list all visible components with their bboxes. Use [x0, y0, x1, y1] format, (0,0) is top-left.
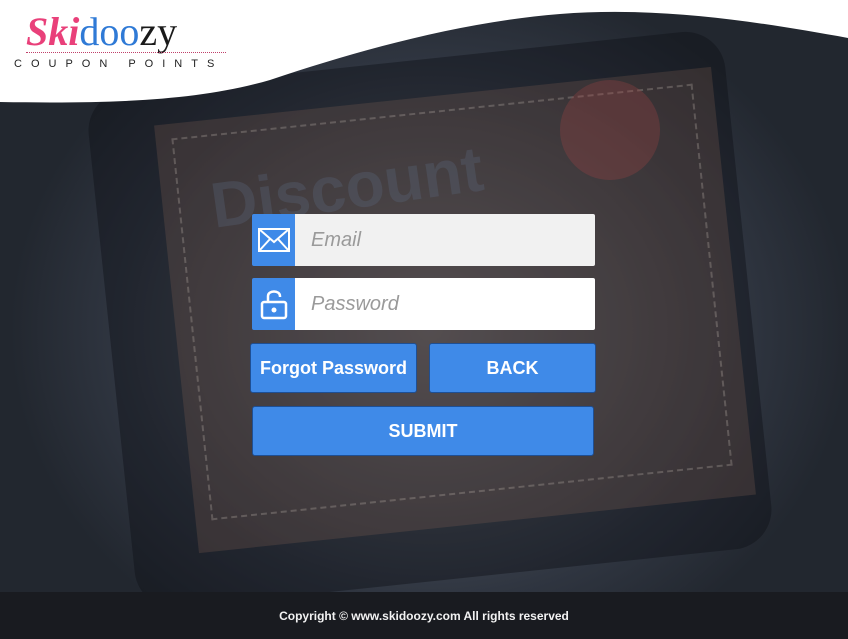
unlock-icon	[252, 278, 295, 330]
logo-tagline: COUPON POINTS	[14, 58, 224, 70]
copyright-text: Copyright © www.skidoozy.com All rights …	[279, 608, 569, 623]
envelope-icon	[252, 214, 295, 266]
logo-doo-text: doo	[79, 9, 140, 54]
logo-ski-text: Ski	[26, 9, 80, 54]
logo-underline	[26, 52, 226, 53]
password-input[interactable]	[295, 278, 595, 330]
email-field	[252, 214, 595, 266]
password-field	[252, 278, 595, 330]
logo[interactable]: Skidoozy COUPON POINTS	[14, 6, 254, 76]
header: Skidoozy COUPON POINTS	[0, 0, 848, 110]
forgot-password-button[interactable]: Forgot Password	[250, 343, 417, 393]
email-input[interactable]	[295, 214, 595, 266]
logo-wordmark: Skidoozy	[26, 6, 177, 58]
logo-zy-text: zy	[139, 9, 178, 54]
back-button[interactable]: BACK	[429, 343, 596, 393]
submit-button[interactable]: SUBMIT	[252, 406, 594, 456]
footer: Copyright © www.skidoozy.com All rights …	[0, 592, 848, 639]
